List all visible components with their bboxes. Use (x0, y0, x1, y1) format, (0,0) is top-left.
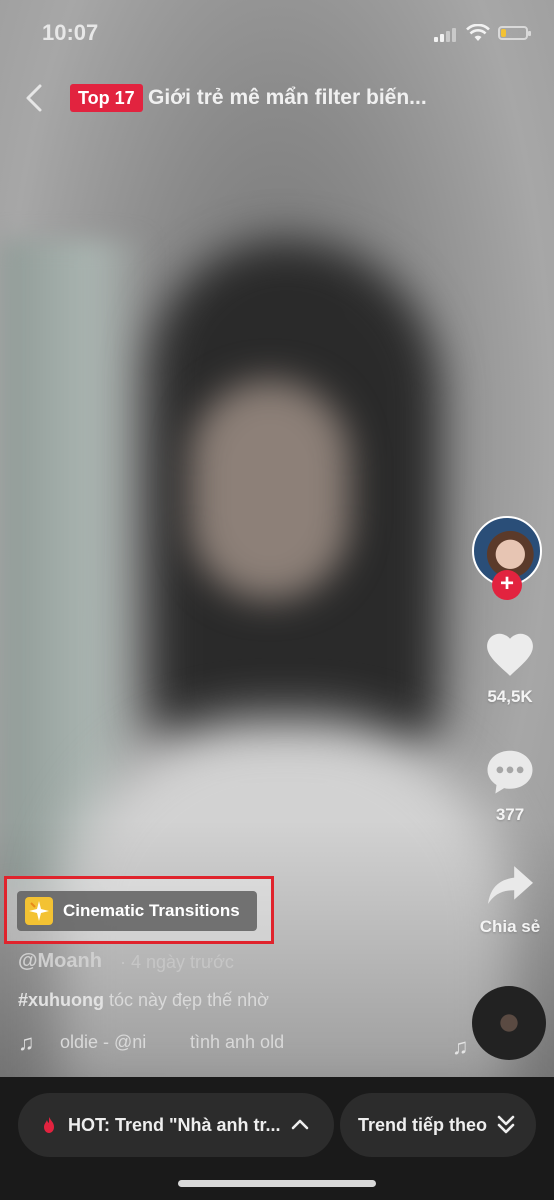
chevron-up-icon (291, 1119, 309, 1130)
comment-icon (487, 750, 533, 794)
share-button[interactable]: Chia sẻ (470, 862, 550, 937)
trend-title[interactable]: Giới trẻ mê mẩn filter biến... (148, 84, 488, 112)
battery-level (501, 29, 506, 37)
home-indicator[interactable] (178, 1180, 376, 1187)
caption-text: tóc này đẹp thế nhờ (104, 990, 269, 1010)
signal-icon (434, 26, 460, 42)
post-time: · 4 ngày trước (120, 952, 234, 972)
share-arrow-icon (488, 866, 533, 904)
music-disc-button[interactable] (472, 986, 546, 1060)
effect-chip[interactable]: Cinematic Transitions (17, 891, 257, 931)
next-trend-label: Trend tiếp theo (358, 1114, 488, 1135)
heart-icon (487, 633, 533, 676)
hot-trend-label: HOT: Trend "Nhà anh tr... (68, 1114, 281, 1135)
next-trend-button[interactable]: Trend tiếp theo (340, 1093, 536, 1157)
bottom-trend-bar: HOT: Trend "Nhà anh tr... Trend tiếp the… (0, 1077, 554, 1200)
like-count: 54,5K (487, 687, 533, 706)
status-time: 10:07 (42, 20, 99, 45)
video-subject-face (190, 380, 350, 600)
double-chevron-down-icon (497, 1115, 515, 1134)
effect-label: Cinematic Transitions (63, 901, 240, 920)
follow-button[interactable]: + (492, 570, 522, 600)
floating-music-note-icon: ♫ (452, 1034, 469, 1059)
fire-icon (44, 1117, 54, 1133)
hashtag-link[interactable]: #xuhuong (18, 990, 104, 1010)
wifi-icon (466, 24, 490, 41)
video-caption: #xuhuong tóc này đẹp thế nhờ (18, 990, 269, 1011)
comment-button[interactable]: 377 (470, 746, 550, 825)
top-rank-badge[interactable]: Top 17 (70, 84, 143, 112)
music-note-icon: ♫ (18, 1030, 35, 1055)
share-label: Chia sẻ (479, 917, 541, 936)
comment-count: 377 (495, 805, 525, 824)
chevron-left-icon[interactable] (20, 80, 50, 116)
music-title-b[interactable]: tình anh old (190, 1032, 284, 1053)
battery-icon (498, 26, 531, 40)
sparkle-icon (25, 897, 53, 925)
creator-avatar-group[interactable]: + (472, 516, 544, 600)
hot-trend-button[interactable]: HOT: Trend "Nhà anh tr... (18, 1093, 334, 1157)
creator-username[interactable]: @Moanh (18, 950, 102, 973)
like-button[interactable]: 54,5K (470, 630, 550, 707)
music-title-a[interactable]: oldie - @ni (60, 1032, 146, 1053)
